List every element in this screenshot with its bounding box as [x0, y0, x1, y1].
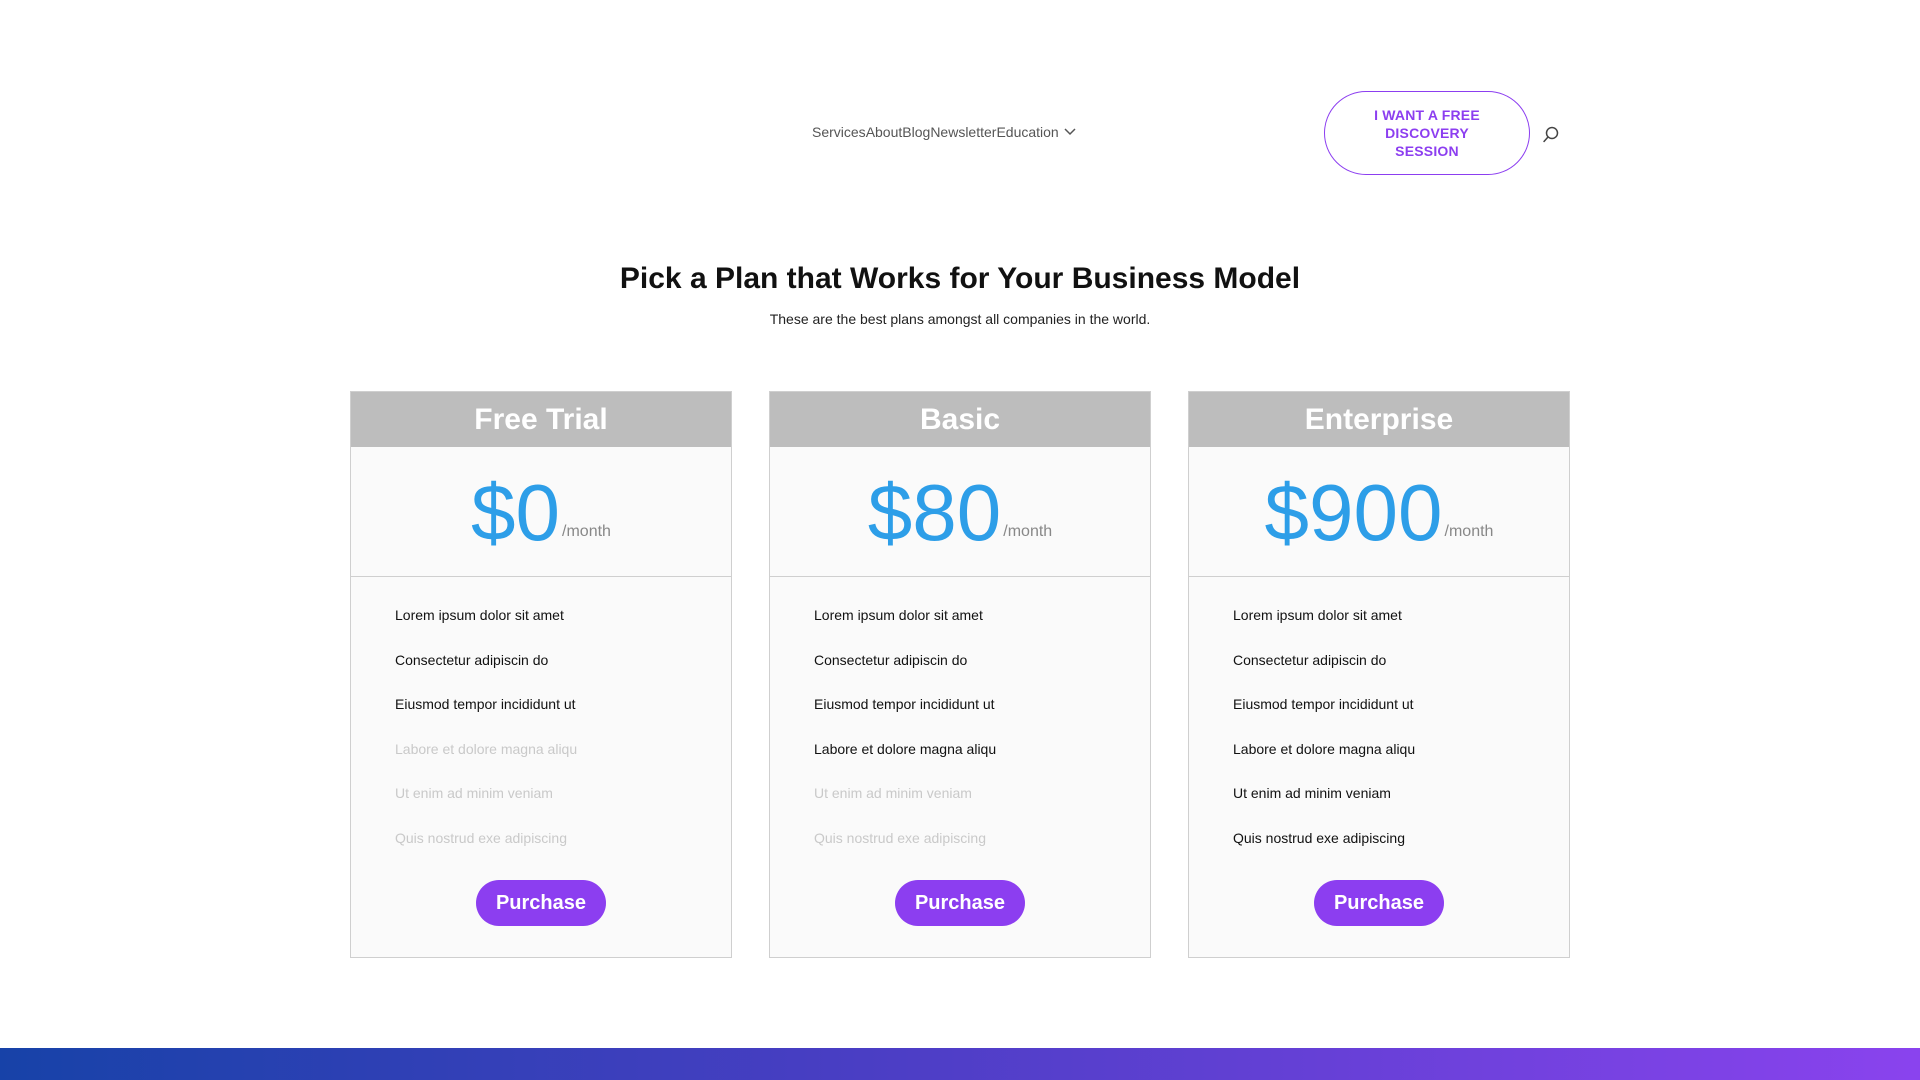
main-nav: Services About Blog Newsletter Education	[812, 124, 1078, 140]
plan-name: Basic	[770, 392, 1150, 447]
feature-item: Consectetur adipiscin do	[814, 651, 968, 668]
nav-item-blog[interactable]: Blog	[902, 124, 930, 140]
plan-name: Enterprise	[1189, 392, 1569, 447]
search-icon[interactable]	[1541, 125, 1561, 145]
section-subtitle: These are the best plans amongst all com…	[769, 311, 1151, 327]
plan-price-box: $80 /month	[770, 447, 1150, 577]
feature-item: Lorem ipsum dolor sit amet	[814, 607, 983, 623]
feature-item: Quis nostrud exe adipiscing	[814, 829, 986, 846]
feature-list: Lorem ipsum dolor sit amet Consectetur a…	[770, 577, 1150, 874]
nav-item-about[interactable]: About	[866, 124, 903, 140]
feature-item: Ut enim ad minim veniam	[814, 785, 972, 801]
feature-item: Ut enim ad minim veniam	[1233, 785, 1391, 801]
feature-item: Consectetur adipiscin do	[1233, 651, 1387, 668]
feature-item: Lorem ipsum dolor sit amet	[1233, 607, 1402, 623]
purchase-button[interactable]: Purchase	[476, 880, 606, 926]
plan-price: $900	[1264, 467, 1443, 557]
plan-period: /month	[1003, 522, 1053, 540]
plan-card-free-trial: Free Trial $0 /month Lorem ipsum dolor s…	[350, 391, 732, 958]
plan-price-box: $0 /month	[351, 447, 731, 577]
feature-item: Eiusmod tempor incididunt ut	[1233, 696, 1414, 712]
feature-item: Labore et dolore magna aliqu	[395, 740, 578, 757]
plan-period: /month	[1444, 522, 1494, 540]
feature-item: Quis nostrud exe adipiscing	[1233, 829, 1405, 846]
plan-price-box: $900 /month	[1189, 447, 1569, 577]
feature-item: Labore et dolore magna aliqu	[814, 740, 997, 757]
plan-name: Free Trial	[351, 392, 731, 447]
feature-list: Lorem ipsum dolor sit amet Consectetur a…	[1189, 577, 1569, 874]
site-header: Services About Blog Newsletter Education…	[0, 0, 1920, 270]
feature-item: Labore et dolore magna aliqu	[1233, 740, 1416, 757]
free-discovery-session-button[interactable]: I WANT A FREE DISCOVERY SESSION	[1324, 91, 1530, 175]
purchase-button[interactable]: Purchase	[1314, 880, 1444, 926]
nav-item-services[interactable]: Services	[812, 124, 866, 140]
purchase-button[interactable]: Purchase	[895, 880, 1025, 926]
plan-card-basic: Basic $80 /month Lorem ipsum dolor sit a…	[769, 391, 1151, 958]
nav-item-newsletter[interactable]: Newsletter	[930, 124, 996, 140]
plan-price: $80	[867, 467, 1002, 557]
footer-gradient-bar	[0, 1048, 1920, 1080]
plan-price: $0	[471, 467, 561, 557]
feature-item: Ut enim ad minim veniam	[395, 785, 553, 801]
feature-item: Consectetur adipiscin do	[395, 651, 549, 668]
feature-item: Lorem ipsum dolor sit amet	[395, 607, 564, 623]
pricing-page: Services About Blog Newsletter Education…	[0, 0, 1920, 1080]
feature-item: Eiusmod tempor incididunt ut	[814, 696, 995, 712]
plan-period: /month	[562, 522, 611, 540]
plan-card-enterprise: Enterprise $900 /month Lorem ipsum dolor…	[1188, 391, 1570, 958]
section-title: Pick a Plan that Works for Your Business…	[619, 262, 1301, 295]
nav-item-education[interactable]: Education	[996, 124, 1058, 140]
chevron-down-icon[interactable]	[1062, 124, 1078, 140]
feature-list: Lorem ipsum dolor sit amet Consectetur a…	[351, 577, 731, 874]
feature-item: Quis nostrud exe adipiscing	[395, 829, 567, 846]
feature-item: Eiusmod tempor incididunt ut	[395, 696, 576, 712]
